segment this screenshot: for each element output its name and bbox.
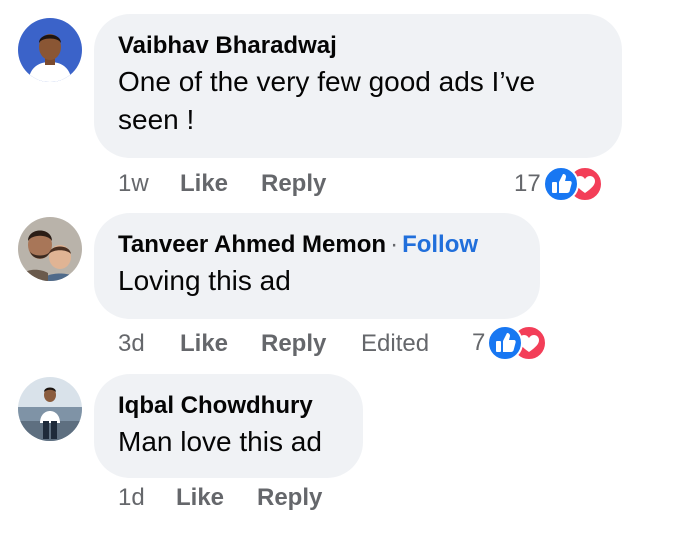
- separator-dot: ·: [390, 231, 399, 258]
- like-button[interactable]: Like: [180, 167, 228, 201]
- reply-button[interactable]: Reply: [257, 481, 322, 515]
- comment-bubble: Tanveer Ahmed Memon · Follow Loving this a…: [94, 213, 540, 319]
- avatar[interactable]: [18, 377, 82, 441]
- thumbs-up-icon: [542, 166, 579, 202]
- reactions[interactable]: 17: [514, 164, 607, 204]
- reaction-icons: [487, 323, 551, 363]
- like-button[interactable]: Like: [180, 327, 228, 361]
- reply-button[interactable]: Reply: [261, 167, 326, 201]
- reply-button[interactable]: Reply: [261, 327, 326, 361]
- reactions[interactable]: 7: [472, 323, 551, 363]
- timestamp[interactable]: 1d: [118, 481, 145, 515]
- comment-text-line: One of the very few good ads I’ve: [118, 66, 536, 97]
- edited-label: Edited: [361, 330, 430, 357]
- follow-button[interactable]: Follow: [402, 231, 478, 258]
- comment-text-line: seen !: [118, 104, 195, 135]
- comment-bubble: Vaibhav Bharadwaj One of the very few go…: [94, 14, 622, 158]
- reaction-count: 17: [514, 170, 541, 197]
- like-button[interactable]: Like: [176, 481, 224, 515]
- author-name[interactable]: Tanveer Ahmed Memon: [118, 231, 386, 258]
- comment-bubble: Iqbal Chowdhury Man love this ad: [94, 374, 363, 478]
- thumbs-up-icon: [487, 325, 524, 361]
- timestamp[interactable]: 1w: [118, 167, 149, 201]
- timestamp[interactable]: 3d: [118, 327, 145, 361]
- comment-text: Loving this ad: [118, 265, 291, 296]
- reaction-icons: [542, 164, 607, 204]
- avatar[interactable]: [18, 18, 82, 82]
- avatar[interactable]: [18, 217, 82, 281]
- author-name[interactable]: Vaibhav Bharadwaj: [118, 32, 337, 59]
- author-name[interactable]: Iqbal Chowdhury: [118, 392, 313, 419]
- comment-text: One of the very few good ads I’ve seen !: [118, 63, 598, 139]
- reaction-count: 7: [472, 329, 486, 356]
- comment-text: Man love this ad: [118, 426, 322, 457]
